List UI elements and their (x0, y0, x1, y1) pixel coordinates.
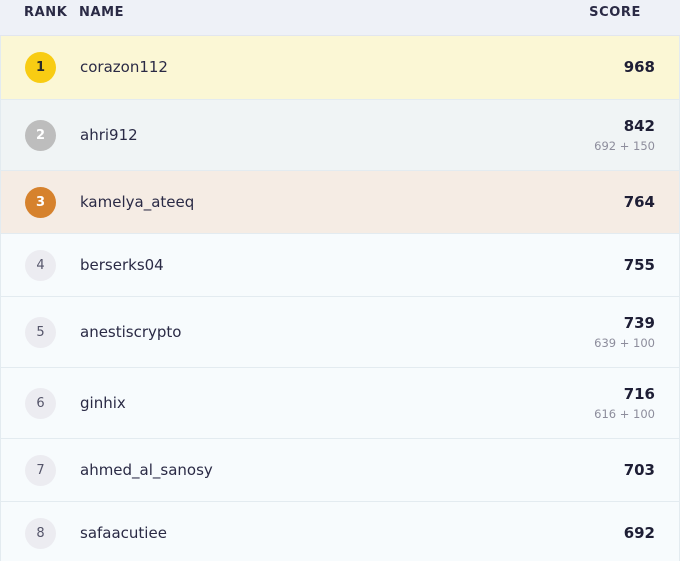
leaderboard-row[interactable]: 8 safaacutiee 692 (0, 502, 680, 561)
rank-badge: 6 (25, 387, 56, 419)
player-name[interactable]: ginhix (80, 394, 126, 412)
leaderboard-row[interactable]: 4 berserks04 755 (0, 234, 680, 297)
player-score: 842 (623, 116, 655, 135)
player-score: 692 (623, 523, 655, 542)
rank-badge: 7 (25, 454, 56, 486)
leaderboard: RANK NAME SCORE 1 corazon112 968 2 ahri9… (0, 0, 680, 561)
score-column-header[interactable]: SCORE (589, 5, 641, 20)
leaderboard-row[interactable]: 2 ahri912 842 692 + 150 (0, 100, 680, 171)
leaderboard-header: RANK NAME SCORE (0, 0, 680, 36)
player-name[interactable]: berserks04 (80, 256, 164, 274)
name-column-header[interactable]: NAME (79, 5, 124, 20)
rank-badge: 2 (25, 119, 56, 151)
player-name[interactable]: safaacutiee (80, 524, 167, 542)
leaderboard-row[interactable]: 7 ahmed_al_sanosy 703 (0, 439, 680, 502)
player-score: 968 (623, 58, 655, 76)
rank-badge: 4 (25, 249, 56, 281)
player-name[interactable]: corazon112 (80, 58, 168, 76)
leaderboard-row[interactable]: 6 ginhix 716 616 + 100 (0, 368, 680, 439)
player-name[interactable]: ahri912 (80, 126, 138, 144)
player-score: 755 (623, 255, 655, 274)
rank-badge: 8 (25, 517, 56, 549)
rank-badge: 5 (25, 316, 56, 348)
score-breakdown: 616 + 100 (594, 406, 655, 421)
rank-badge: 3 (25, 186, 56, 218)
leaderboard-row[interactable]: 1 corazon112 968 (0, 36, 680, 100)
rank-column-header[interactable]: RANK (24, 5, 67, 20)
player-score: 739 (623, 313, 655, 332)
score-breakdown: 692 + 150 (594, 138, 655, 153)
player-score: 764 (623, 192, 655, 211)
player-name[interactable]: kamelya_ateeq (80, 193, 194, 211)
player-name[interactable]: ahmed_al_sanosy (80, 461, 213, 479)
player-score: 703 (623, 460, 655, 479)
leaderboard-row[interactable]: 5 anestiscrypto 739 639 + 100 (0, 297, 680, 368)
player-name[interactable]: anestiscrypto (80, 323, 181, 341)
rank-badge: 1 (25, 52, 56, 83)
score-breakdown: 639 + 100 (594, 335, 655, 350)
player-score: 716 (623, 384, 655, 403)
leaderboard-row[interactable]: 3 kamelya_ateeq 764 (0, 171, 680, 234)
